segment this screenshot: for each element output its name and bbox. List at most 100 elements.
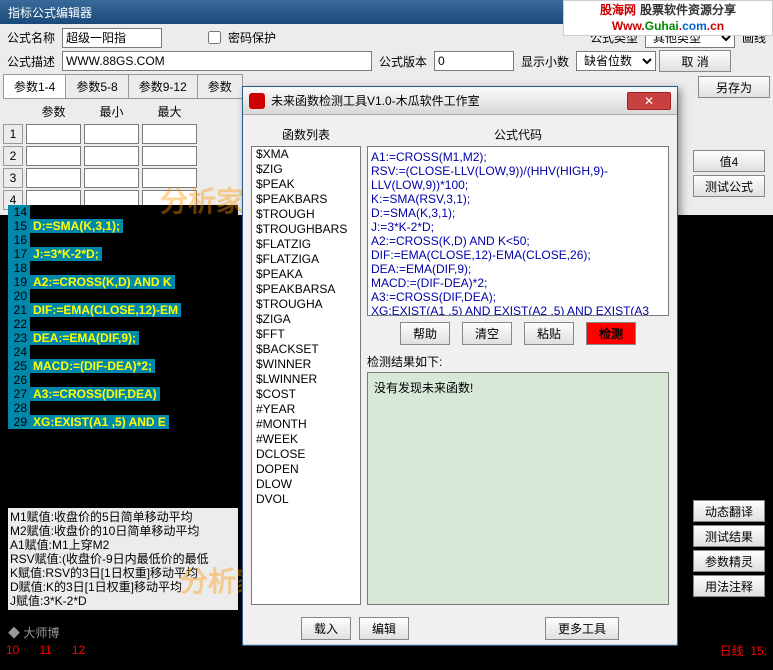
line-number: 27 [8, 387, 30, 401]
line-number: 16 [8, 233, 30, 247]
code-line-text[interactable]: D:=SMA(K,3,1); [30, 219, 123, 233]
app-icon [249, 93, 265, 109]
more-tools-button[interactable]: 更多工具 [545, 617, 619, 640]
line-number: 21 [8, 303, 30, 317]
p3-name[interactable] [26, 168, 81, 188]
usage-button[interactable]: 用法注释 [693, 575, 765, 597]
edit-button[interactable]: 编辑 [359, 617, 409, 640]
function-item[interactable]: $ZIGA [252, 312, 360, 327]
cancel-button[interactable]: 取 消 [659, 50, 731, 72]
paste-button[interactable]: 粘贴 [524, 322, 574, 345]
function-item[interactable]: $FFT [252, 327, 360, 342]
code-line-text[interactable] [30, 317, 36, 331]
code-line-text[interactable] [30, 373, 36, 387]
code-editor[interactable]: 1415D:=SMA(K,3,1);1617J:=3*K-2*D;1819A2:… [8, 205, 238, 429]
info-line: A1赋值:M1上穿M2 [10, 538, 236, 552]
p1-min[interactable] [84, 124, 139, 144]
code-line-text[interactable]: DIF:=EMA(CLOSE,12)-EM [30, 303, 181, 317]
p3-max[interactable] [142, 168, 197, 188]
val4-button[interactable]: 值4 [693, 150, 765, 172]
code-line-text[interactable] [30, 205, 36, 219]
desc-input[interactable] [62, 51, 372, 71]
dec-select[interactable]: 缺省位数 [576, 51, 656, 71]
function-item[interactable]: $FLATZIGA [252, 252, 360, 267]
formula-label: 公式代码 [367, 123, 669, 146]
saveas-button[interactable]: 另存为 [698, 76, 770, 98]
function-item[interactable]: $TROUGHBARS [252, 222, 360, 237]
tab-1[interactable]: 参数1-4 [3, 74, 66, 98]
p2-min[interactable] [84, 146, 139, 166]
code-line-text[interactable] [30, 345, 36, 359]
code-line-text[interactable] [30, 401, 36, 415]
code-line-text[interactable] [30, 289, 36, 303]
function-item[interactable]: $PEAKBARSA [252, 282, 360, 297]
p3-min[interactable] [84, 168, 139, 188]
function-item[interactable]: $COST [252, 387, 360, 402]
function-item[interactable]: $WINNER [252, 357, 360, 372]
function-item[interactable]: #MONTH [252, 417, 360, 432]
code-line-text[interactable]: A3:=CROSS(DIF,DEA) [30, 387, 160, 401]
p1-name[interactable] [26, 124, 81, 144]
label-ver: 公式版本 [375, 51, 431, 72]
line-number: 23 [8, 331, 30, 345]
test-result-button[interactable]: 测试结果 [693, 525, 765, 547]
label-dec: 显示小数 [517, 51, 573, 72]
label-param: 参数 [26, 101, 81, 122]
dialog-footer: 木瓜软件工作室 email:tdx_cracker@163.com [243, 644, 677, 670]
code-line-text[interactable]: A2:=CROSS(K,D) AND K [30, 275, 175, 289]
tab-3[interactable]: 参数9-12 [128, 74, 198, 98]
pwd-checkbox[interactable] [208, 31, 221, 44]
code-line-text[interactable]: DEA:=EMA(DIF,9); [30, 331, 139, 345]
code-line-text[interactable]: J:=3*K-2*D; [30, 247, 102, 261]
load-button[interactable]: 载入 [301, 617, 351, 640]
function-item[interactable]: DCLOSE [252, 447, 360, 462]
function-item[interactable]: $TROUGHA [252, 297, 360, 312]
formula-line: DEA:=EMA(DIF,9); [371, 262, 665, 276]
close-button[interactable]: ✕ [627, 92, 671, 110]
function-item[interactable]: $LWINNER [252, 372, 360, 387]
param-wizard-button[interactable]: 参数精灵 [693, 550, 765, 572]
function-item[interactable]: $TROUGH [252, 207, 360, 222]
function-item[interactable]: $BACKSET [252, 342, 360, 357]
tab-4[interactable]: 参数 [197, 74, 243, 98]
p1-max[interactable] [142, 124, 197, 144]
p2-name[interactable] [26, 146, 81, 166]
formula-line: RSV:=(CLOSE-LLV(LOW,9))/(HHV(HIGH,9)-LLV… [371, 164, 665, 192]
name-input[interactable] [62, 28, 162, 48]
formula-textbox[interactable]: A1:=CROSS(M1,M2);RSV:=(CLOSE-LLV(LOW,9))… [367, 146, 669, 316]
function-item[interactable]: DLOW [252, 477, 360, 492]
code-line-text[interactable] [30, 261, 36, 275]
tab-2[interactable]: 参数5-8 [65, 74, 128, 98]
function-item[interactable]: #WEEK [252, 432, 360, 447]
site-banner: 股海网 股票软件资源分享 Www.Guhai.com.cn [563, 0, 773, 36]
result-text: 没有发现未来函数! [374, 381, 473, 395]
line-number: 26 [8, 373, 30, 387]
dialog-titlebar[interactable]: 未来函数检测工具V1.0-木瓜软件工作室 ✕ [243, 87, 677, 115]
code-line-text[interactable] [30, 233, 36, 247]
label-desc: 公式描述 [3, 51, 59, 72]
clear-button[interactable]: 清空 [462, 322, 512, 345]
function-item[interactable]: $ZIG [252, 162, 360, 177]
p2-max[interactable] [142, 146, 197, 166]
detect-button[interactable]: 检测 [586, 322, 636, 345]
result-box: 没有发现未来函数! [367, 372, 669, 605]
help-button[interactable]: 帮助 [400, 322, 450, 345]
function-listbox[interactable]: $XMA$ZIG$PEAK$PEAKBARS$TROUGH$TROUGHBARS… [251, 146, 361, 605]
code-line-text[interactable]: XG:EXIST(A1 ,5) AND E [30, 415, 169, 429]
function-item[interactable]: $PEAK [252, 177, 360, 192]
function-item[interactable]: $XMA [252, 147, 360, 162]
info-line: M1赋值:收盘价的5日简单移动平均 [10, 510, 236, 524]
test-button[interactable]: 测试公式 [693, 175, 765, 197]
ver-input[interactable] [434, 51, 514, 71]
function-item[interactable]: #YEAR [252, 402, 360, 417]
formula-line: DIF:=EMA(CLOSE,12)-EMA(CLOSE,26); [371, 248, 665, 262]
function-item[interactable]: $PEAKBARS [252, 192, 360, 207]
formula-line: A1:=CROSS(M1,M2); [371, 150, 665, 164]
detect-dialog: 未来函数检测工具V1.0-木瓜软件工作室 ✕ 函数列表 $XMA$ZIG$PEA… [242, 86, 678, 646]
function-item[interactable]: $FLATZIG [252, 237, 360, 252]
function-item[interactable]: $PEAKA [252, 267, 360, 282]
function-item[interactable]: DVOL [252, 492, 360, 507]
function-item[interactable]: DOPEN [252, 462, 360, 477]
code-line-text[interactable]: MACD:=(DIF-DEA)*2; [30, 359, 155, 373]
dyn-trans-button[interactable]: 动态翻译 [693, 500, 765, 522]
